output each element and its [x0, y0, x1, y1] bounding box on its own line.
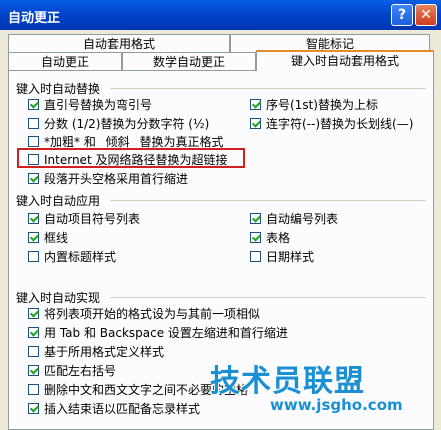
checkbox-box[interactable]	[28, 135, 39, 147]
checkbox-box[interactable]	[28, 212, 39, 224]
checkbox-label: 插入结束语以匹配备忘录样式	[44, 401, 201, 416]
checkbox-tab-backspace[interactable]: 用 Tab 和 Backspace 设置左缩进和首行缩进	[28, 324, 288, 340]
checkbox-label: 基于所用格式定义样式	[44, 344, 165, 359]
checkbox-box[interactable]	[250, 98, 261, 110]
highlight-box	[17, 148, 245, 168]
checkbox-list-format[interactable]: 将列表项开始的格式设为与其前一项相似	[28, 305, 260, 321]
checkbox-label: 表格	[266, 230, 291, 245]
checkbox-label: 匹配左右括号	[44, 363, 117, 378]
checkbox-box[interactable]	[250, 231, 261, 243]
checkbox-ordinals[interactable]: 序号(1st)替换为上标	[250, 96, 378, 112]
checkbox-label: 内置标题样式	[44, 249, 117, 264]
checkbox-label: *加粗* 和 _倾斜_ 替换为真正格式	[44, 134, 224, 149]
help-button[interactable]: ?	[391, 4, 413, 26]
checkbox-smart-quotes[interactable]: 直引号替换为弯引号	[28, 96, 152, 112]
checkbox-define-styles[interactable]: 基于所用格式定义样式	[28, 343, 164, 359]
checkbox-label: 框线	[44, 230, 69, 245]
checkbox-label: 段落开头空格采用首行缩进	[44, 171, 189, 186]
checkbox-label: 自动项目符号列表	[44, 211, 141, 226]
section-title-apply: 键入时自动应用	[16, 194, 101, 208]
checkbox-date-styles[interactable]: 日期样式	[250, 248, 314, 264]
checkbox-numbered-lists[interactable]: 自动编号列表	[250, 210, 338, 226]
checkbox-box[interactable]	[28, 250, 39, 262]
checkbox-bold-italic[interactable]: *加粗* 和 _倾斜_ 替换为真正格式	[28, 133, 223, 149]
tab-autoformat-as-you-type[interactable]: 键入时自动套用格式	[256, 50, 434, 71]
tab-math-autocorrect[interactable]: 数学自动更正	[122, 52, 256, 70]
tab-autocorrect[interactable]: 自动更正	[8, 52, 122, 70]
checkbox-label: 自动编号列表	[266, 211, 339, 226]
divider	[110, 297, 426, 298]
checkbox-tables[interactable]: 表格	[250, 229, 290, 245]
section-title-replace: 键入时自动替换	[16, 82, 101, 96]
checkbox-fractions[interactable]: 分数 (1/2)替换为分数字符 (½)	[28, 115, 209, 131]
checkbox-box[interactable]	[28, 98, 39, 110]
checkbox-first-line-indent[interactable]: 段落开头空格采用首行缩进	[28, 170, 188, 186]
checkbox-label: 连字符(--)替换为长划线(—)	[266, 116, 414, 131]
checkbox-memo-closing[interactable]: 插入结束语以匹配备忘录样式	[28, 400, 200, 416]
watermark-logo: 技术员联盟 www.jsgho.com	[210, 356, 403, 414]
title-bar: 自动更正 ? ✕	[0, 0, 441, 30]
checkbox-borders[interactable]: 框线	[28, 229, 68, 245]
checkbox-box[interactable]	[28, 117, 39, 129]
checkbox-match-parentheses[interactable]: 匹配左右括号	[28, 362, 116, 378]
checkbox-box[interactable]	[250, 250, 261, 262]
checkbox-label: 将列表项开始的格式设为与其前一项相似	[44, 306, 261, 321]
section-title-implement: 键入时自动实现	[16, 291, 101, 305]
checkbox-box[interactable]	[28, 307, 39, 319]
checkbox-heading-styles[interactable]: 内置标题样式	[28, 248, 116, 264]
tab-autoformat[interactable]: 自动套用格式	[8, 34, 230, 54]
checkbox-label: 用 Tab 和 Backspace 设置左缩进和首行缩进	[44, 325, 288, 340]
checkbox-label: 直引号替换为弯引号	[44, 97, 153, 112]
checkbox-box[interactable]	[28, 345, 39, 357]
checkbox-hyphens[interactable]: 连字符(--)替换为长划线(—)	[250, 115, 413, 131]
checkbox-label: 分数 (1/2)替换为分数字符 (½)	[44, 116, 210, 131]
window-title: 自动更正	[8, 11, 61, 26]
checkbox-box[interactable]	[250, 212, 261, 224]
close-button[interactable]: ✕	[415, 4, 437, 26]
divider	[110, 88, 426, 89]
checkbox-bulleted-lists[interactable]: 自动项目符号列表	[28, 210, 140, 226]
watermark-title: 技术员联盟	[210, 364, 365, 399]
checkbox-box[interactable]	[28, 172, 39, 184]
divider	[110, 200, 426, 201]
checkbox-box[interactable]	[28, 364, 39, 376]
checkbox-label: 序号(1st)替换为上标	[266, 97, 378, 112]
checkbox-label: 日期样式	[266, 249, 315, 264]
checkbox-box[interactable]	[28, 383, 39, 395]
checkbox-box[interactable]	[250, 117, 261, 129]
watermark-url: www.jsgho.com	[270, 396, 403, 414]
checkbox-box[interactable]	[28, 402, 39, 414]
checkbox-box[interactable]	[28, 231, 39, 243]
checkbox-box[interactable]	[28, 326, 39, 338]
